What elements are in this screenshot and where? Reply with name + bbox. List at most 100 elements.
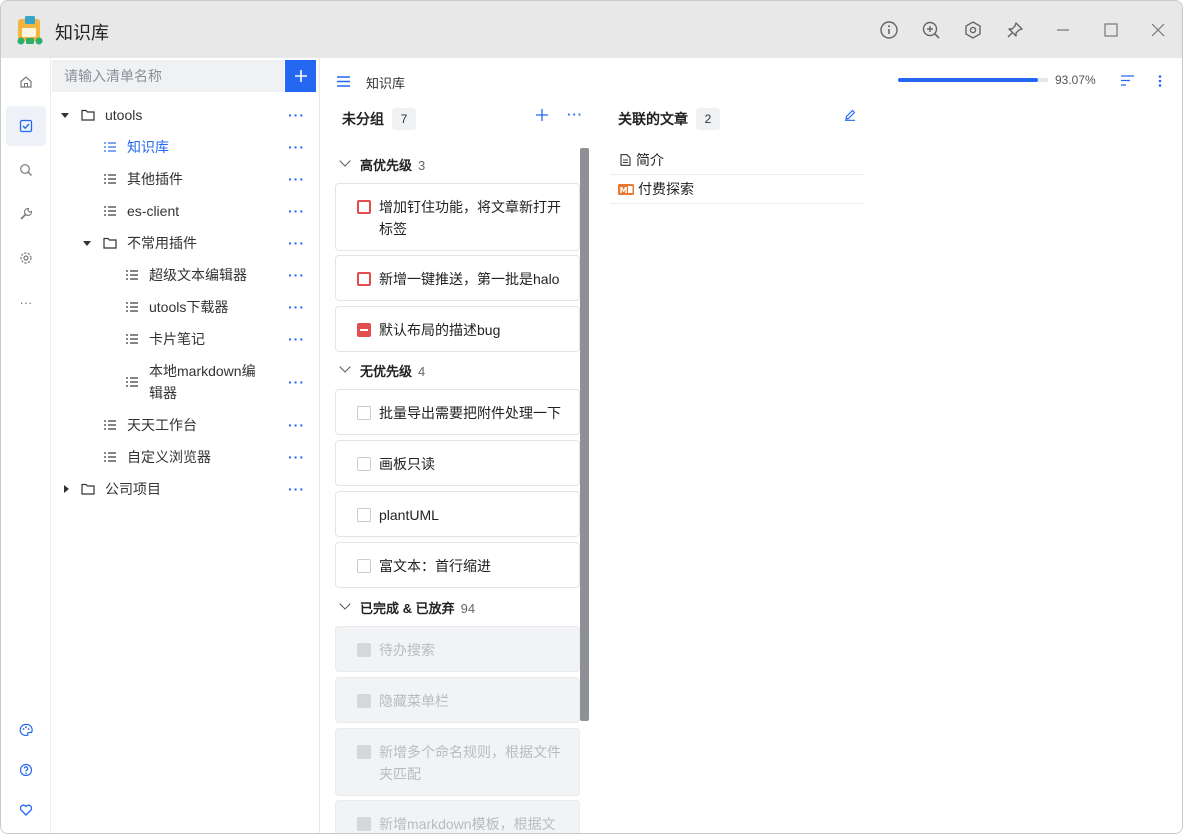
tree-list-markdown-editor[interactable]: 本地markdown编 辑器 ···: [51, 358, 320, 406]
left-rail: ···: [1, 58, 51, 833]
folder-icon: [81, 109, 95, 121]
task-checkbox[interactable]: [357, 508, 371, 522]
tree-list-es-client[interactable]: es-client ···: [51, 195, 320, 227]
task-card[interactable]: 富文本：首行缩进: [335, 542, 580, 588]
rail-home-button[interactable]: [6, 62, 46, 102]
task-checkbox-checked[interactable]: [357, 643, 371, 657]
maximize-button[interactable]: [1098, 17, 1124, 43]
add-task-icon[interactable]: [536, 109, 548, 121]
task-card[interactable]: 增加钉住功能，将文章新打开 标签: [335, 183, 580, 251]
more-icon[interactable]: ···: [288, 374, 305, 390]
tree-label: 超级文本编辑器: [149, 267, 247, 283]
task-checkbox-abandoned[interactable]: [357, 694, 371, 708]
tree-list-knowledge[interactable]: 知识库 ···: [51, 131, 320, 163]
minimize-button[interactable]: [1050, 17, 1076, 43]
tree-folder-utools[interactable]: utools ···: [51, 99, 320, 131]
task-card[interactable]: 画板只读: [335, 440, 580, 486]
more-icon[interactable]: ···: [288, 171, 305, 187]
progress-fill: [898, 78, 1038, 82]
rail-settings-button[interactable]: [6, 238, 46, 278]
folder-icon: [81, 483, 95, 495]
task-checkbox[interactable]: [357, 559, 371, 573]
group-no-priority[interactable]: 无优先级 4: [360, 361, 425, 380]
tree-list-other[interactable]: 其他插件 ···: [51, 163, 320, 195]
more-icon[interactable]: ···: [288, 449, 305, 465]
more-icon[interactable]: ···: [288, 267, 305, 283]
task-checkbox[interactable]: [357, 200, 371, 214]
task-card-done[interactable]: 新增多个命名规则，根据文件 夹匹配: [335, 728, 580, 796]
group-done[interactable]: 已完成 & 已放弃 94: [360, 598, 475, 617]
task-card-abandoned[interactable]: 隐藏菜单栏: [335, 677, 580, 723]
task-checkbox[interactable]: [357, 272, 371, 286]
task-card[interactable]: 批量导出需要把附件处理一下: [335, 389, 580, 435]
more-icon[interactable]: ···: [288, 235, 305, 251]
todo-scrollbar[interactable]: [580, 148, 589, 721]
tree-list-daily[interactable]: 天天工作台 ···: [51, 409, 320, 441]
collapse-chevron-icon[interactable]: [339, 598, 351, 610]
rail-tools-button[interactable]: [6, 194, 46, 234]
rail-theme-button[interactable]: [6, 710, 46, 750]
wrench-icon: [20, 207, 33, 220]
rail-search-button[interactable]: [6, 150, 46, 190]
article-item[interactable]: 简介: [610, 146, 864, 175]
column-more-icon[interactable]: ···: [567, 107, 583, 122]
zoom-in-button[interactable]: [918, 17, 944, 43]
collapse-chevron-icon[interactable]: [339, 361, 351, 373]
gear-icon: [20, 252, 32, 264]
more-icon[interactable]: ···: [288, 331, 305, 347]
more-icon[interactable]: ···: [288, 299, 305, 315]
list-icon: [126, 334, 138, 344]
app-title: 知识库: [55, 23, 109, 43]
group-high-priority[interactable]: 高优先级 3: [360, 155, 425, 174]
list-icon: [126, 270, 138, 280]
sort-icon[interactable]: [1121, 75, 1134, 86]
tree-label: 本地markdown编: [149, 363, 256, 379]
task-card[interactable]: plantUML: [335, 491, 580, 537]
tree-folder-company[interactable]: 公司项目 ···: [51, 473, 320, 505]
task-title: 画板只读: [379, 456, 435, 472]
tree-list-rich-editor[interactable]: 超级文本编辑器 ···: [51, 259, 320, 291]
more-icon[interactable]: ···: [288, 481, 305, 497]
task-card[interactable]: 默认布局的描述bug: [335, 306, 580, 352]
home-icon: [20, 76, 32, 88]
vertical-more-icon[interactable]: [1158, 75, 1162, 87]
main-area: 知识库 93.07% 未分组 7 ··· 高优先级 3 增加钉住功能，将文章新打开…: [320, 58, 1182, 833]
rail-more-button[interactable]: ···: [6, 282, 46, 322]
add-list-button[interactable]: [285, 60, 316, 92]
tree-folder-uncommon[interactable]: 不常用插件 ···: [51, 227, 320, 259]
rail-donate-button[interactable]: [6, 790, 46, 830]
caret-down-icon: [61, 113, 69, 118]
task-card[interactable]: 新增一键推送，第一批是halo: [335, 255, 580, 301]
info-button[interactable]: [876, 17, 902, 43]
task-checkbox[interactable]: [357, 457, 371, 471]
more-icon[interactable]: ···: [288, 203, 305, 219]
tree-list-card-notes[interactable]: 卡片笔记 ···: [51, 323, 320, 355]
more-icon[interactable]: ···: [288, 417, 305, 433]
task-checkbox-checked[interactable]: [357, 745, 371, 759]
task-checkbox[interactable]: [357, 406, 371, 420]
task-checkbox-checked[interactable]: [357, 817, 371, 831]
task-card-done[interactable]: 新增markdown模板，根据文: [335, 800, 580, 833]
edit-icon[interactable]: [844, 109, 856, 121]
menu-toggle-icon[interactable]: [337, 76, 350, 87]
task-card-done[interactable]: 待办搜索: [335, 626, 580, 672]
settings-button[interactable]: [960, 17, 986, 43]
more-icon[interactable]: ···: [288, 107, 305, 123]
rail-todo-button[interactable]: [6, 106, 46, 146]
more-icon[interactable]: ···: [288, 139, 305, 155]
articles-count-badge: 2: [696, 108, 720, 130]
collapse-chevron-icon[interactable]: [339, 155, 351, 167]
close-button[interactable]: [1145, 17, 1171, 43]
article-item[interactable]: M 付费探索: [610, 175, 864, 204]
task-title: 默认布局的描述bug: [379, 322, 501, 338]
caret-right-icon: [64, 485, 69, 493]
tree-list-browser[interactable]: 自定义浏览器 ···: [51, 441, 320, 473]
rail-help-button[interactable]: [6, 750, 46, 790]
tree-list-downloader[interactable]: utools下载器 ···: [51, 291, 320, 323]
task-title: 待办搜索: [379, 642, 435, 658]
pin-button[interactable]: [1002, 17, 1028, 43]
list-search-input[interactable]: [52, 60, 284, 92]
tree-label: 卡片笔记: [149, 331, 205, 347]
task-checkbox[interactable]: [357, 323, 371, 337]
todo-count-badge: 7: [392, 108, 416, 130]
